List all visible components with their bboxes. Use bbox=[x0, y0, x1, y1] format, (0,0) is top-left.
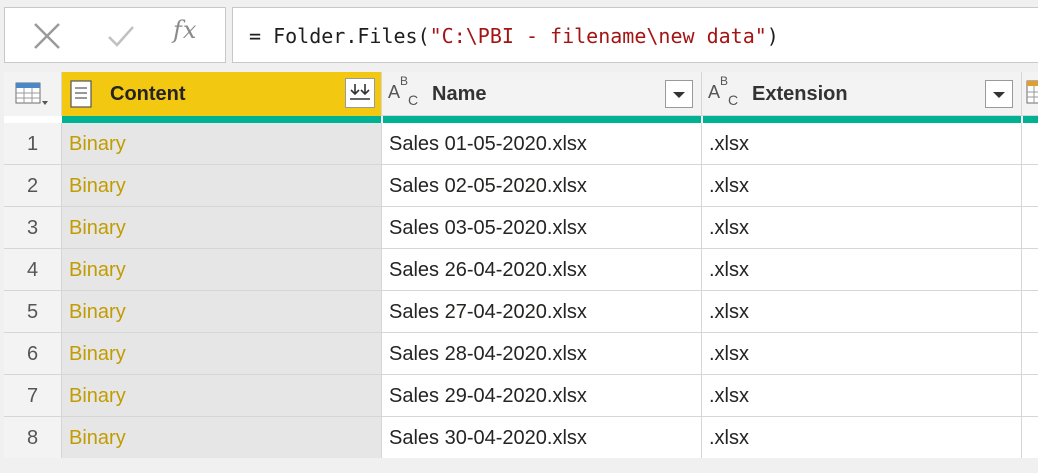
cell-extension[interactable]: .xlsx bbox=[702, 165, 1022, 206]
cell-content-binary[interactable]: Binary bbox=[62, 291, 382, 332]
cell-content-binary[interactable]: Binary bbox=[62, 375, 382, 416]
cell-extension[interactable]: .xlsx bbox=[702, 417, 1022, 458]
cell-content-binary[interactable]: Binary bbox=[62, 333, 382, 374]
cell-content-binary[interactable]: Binary bbox=[62, 165, 382, 206]
cell-name[interactable]: Sales 30-04-2020.xlsx bbox=[382, 417, 702, 458]
cell-content-binary[interactable]: Binary bbox=[62, 207, 382, 248]
formula-input[interactable]: = Folder.Files("C:\PBI - filename\new da… bbox=[232, 7, 1038, 63]
table-row[interactable]: 3 Binary Sales 03-05-2020.xlsx .xlsx bbox=[4, 207, 1038, 249]
data-grid: Content ABC Name ABC Extension 1 Binary … bbox=[4, 72, 1038, 458]
cell-name[interactable]: Sales 03-05-2020.xlsx bbox=[382, 207, 702, 248]
cell-extension[interactable]: .xlsx bbox=[702, 291, 1022, 332]
row-index[interactable]: 6 bbox=[4, 333, 62, 374]
quality-bar-content bbox=[62, 116, 381, 123]
cell-next-column[interactable] bbox=[1022, 291, 1038, 332]
column-quality-bar bbox=[4, 116, 1038, 123]
formula-suffix: ) bbox=[766, 24, 779, 48]
cell-name[interactable]: Sales 01-05-2020.xlsx bbox=[382, 123, 702, 164]
row-index[interactable]: 1 bbox=[4, 123, 62, 164]
fx-icon[interactable]: fx bbox=[173, 16, 197, 44]
column-header-name[interactable]: ABC Name bbox=[382, 72, 702, 116]
cell-next-column[interactable] bbox=[1022, 375, 1038, 416]
table-row[interactable]: 6 Binary Sales 28-04-2020.xlsx .xlsx bbox=[4, 333, 1038, 375]
row-index[interactable]: 5 bbox=[4, 291, 62, 332]
column-header-row: Content ABC Name ABC Extension bbox=[4, 72, 1038, 116]
cell-extension[interactable]: .xlsx bbox=[702, 249, 1022, 290]
cell-extension[interactable]: .xlsx bbox=[702, 123, 1022, 164]
filter-dropdown-icon[interactable] bbox=[665, 80, 693, 108]
table-row[interactable]: 2 Binary Sales 02-05-2020.xlsx .xlsx bbox=[4, 165, 1038, 207]
table-row[interactable]: 8 Binary Sales 30-04-2020.xlsx .xlsx bbox=[4, 417, 1038, 458]
filter-dropdown-icon[interactable] bbox=[985, 80, 1013, 108]
cell-content-binary[interactable]: Binary bbox=[62, 417, 382, 458]
column-header-label: Extension bbox=[752, 83, 848, 105]
text-type-icon: ABC bbox=[708, 74, 739, 108]
row-index[interactable]: 2 bbox=[4, 165, 62, 206]
cancel-icon[interactable] bbox=[29, 18, 65, 54]
quality-bar-next bbox=[1023, 116, 1038, 123]
table-row[interactable]: 5 Binary Sales 27-04-2020.xlsx .xlsx bbox=[4, 291, 1038, 333]
table-menu-icon[interactable] bbox=[4, 72, 62, 116]
table-row[interactable]: 1 Binary Sales 01-05-2020.xlsx .xlsx bbox=[4, 123, 1038, 165]
quality-bar-name bbox=[383, 116, 701, 123]
cell-next-column[interactable] bbox=[1022, 207, 1038, 248]
cell-name[interactable]: Sales 28-04-2020.xlsx bbox=[382, 333, 702, 374]
column-header-label: Name bbox=[432, 83, 487, 105]
cell-extension[interactable]: .xlsx bbox=[702, 207, 1022, 248]
text-type-icon: ABC bbox=[388, 74, 419, 108]
row-index[interactable]: 8 bbox=[4, 417, 62, 458]
column-header-extension[interactable]: ABC Extension bbox=[702, 72, 1022, 116]
column-header-label: Content bbox=[110, 83, 186, 105]
cell-name[interactable]: Sales 02-05-2020.xlsx bbox=[382, 165, 702, 206]
column-header-content[interactable]: Content bbox=[62, 72, 382, 116]
cell-next-column[interactable] bbox=[1022, 333, 1038, 374]
document-icon bbox=[70, 80, 92, 113]
row-index[interactable]: 7 bbox=[4, 375, 62, 416]
expand-binary-icon[interactable] bbox=[345, 78, 375, 108]
cell-next-column[interactable] bbox=[1022, 165, 1038, 206]
cell-content-binary[interactable]: Binary bbox=[62, 123, 382, 164]
quality-bar-extension bbox=[703, 116, 1021, 123]
table-body: 1 Binary Sales 01-05-2020.xlsx .xlsx 2 Binary… bbox=[4, 123, 1038, 458]
formula-string-argument: "C:\PBI - filename\new data" bbox=[429, 24, 767, 48]
table-row[interactable]: 7 Binary Sales 29-04-2020.xlsx .xlsx bbox=[4, 375, 1038, 417]
cell-extension[interactable]: .xlsx bbox=[702, 375, 1022, 416]
cell-name[interactable]: Sales 27-04-2020.xlsx bbox=[382, 291, 702, 332]
column-header-next[interactable] bbox=[1022, 72, 1038, 116]
cell-next-column[interactable] bbox=[1022, 123, 1038, 164]
cell-next-column[interactable] bbox=[1022, 249, 1038, 290]
cell-name[interactable]: Sales 26-04-2020.xlsx bbox=[382, 249, 702, 290]
cell-content-binary[interactable]: Binary bbox=[62, 249, 382, 290]
row-index[interactable]: 4 bbox=[4, 249, 62, 290]
formula-buttons: fx bbox=[4, 7, 226, 63]
formula-bar: fx = Folder.Files("C:\PBI - filename\new… bbox=[0, 0, 1038, 72]
cell-extension[interactable]: .xlsx bbox=[702, 333, 1022, 374]
table-type-icon bbox=[1026, 80, 1038, 113]
formula-prefix: = Folder.Files( bbox=[249, 24, 430, 48]
commit-check-icon[interactable] bbox=[103, 18, 139, 54]
row-index[interactable]: 3 bbox=[4, 207, 62, 248]
cell-next-column[interactable] bbox=[1022, 417, 1038, 458]
cell-name[interactable]: Sales 29-04-2020.xlsx bbox=[382, 375, 702, 416]
table-row[interactable]: 4 Binary Sales 26-04-2020.xlsx .xlsx bbox=[4, 249, 1038, 291]
